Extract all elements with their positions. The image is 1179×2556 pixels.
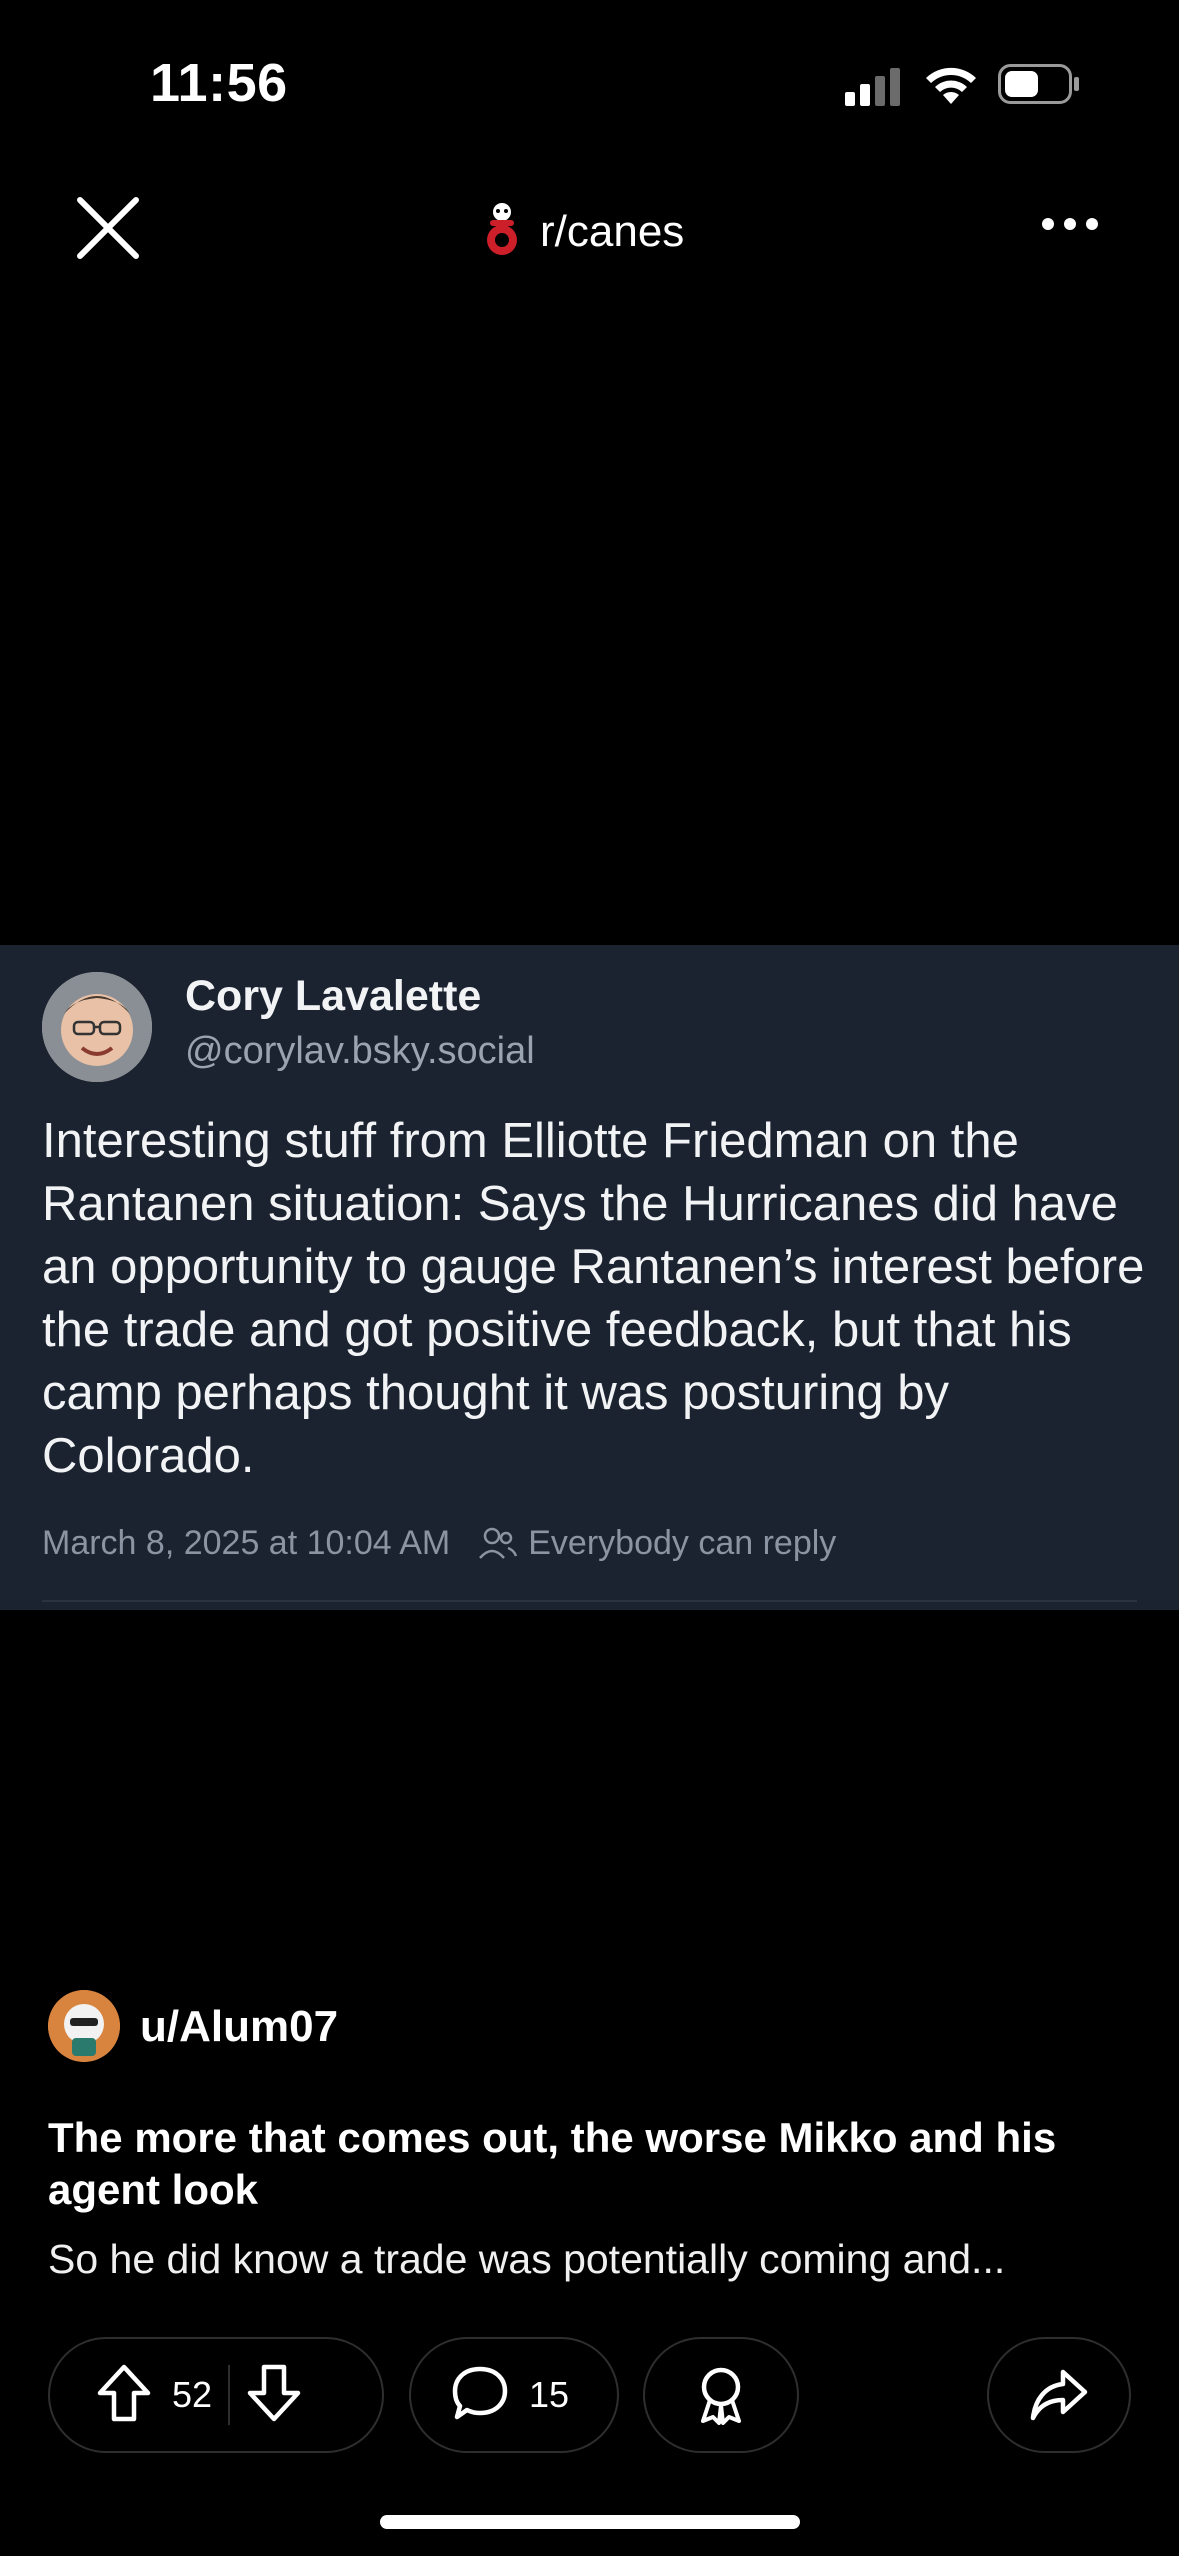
home-indicator[interactable] <box>380 2515 800 2529</box>
close-icon <box>77 197 139 259</box>
subreddit-link[interactable]: r/canes <box>480 200 684 263</box>
vote-bar: 52 <box>48 2337 384 2453</box>
embed-author-avatar <box>42 972 152 1082</box>
share-button[interactable] <box>987 2337 1131 2453</box>
cellular-signal-icon <box>845 66 905 111</box>
award-icon <box>701 2367 741 2425</box>
people-icon <box>479 1527 518 1559</box>
embed-reply-setting: Everybody can reply <box>478 1524 836 1563</box>
post-username[interactable]: u/Alum07 <box>140 2002 338 2052</box>
award-button[interactable] <box>643 2337 799 2453</box>
comment-count: 15 <box>529 2374 570 2415</box>
more-options-button[interactable] <box>1040 214 1100 239</box>
vote-divider <box>228 2365 231 2425</box>
comment-icon <box>451 2365 509 2426</box>
subreddit-icon <box>480 200 524 263</box>
post-body-preview[interactable]: So he did know a trade was potentially c… <box>48 2236 1138 2283</box>
subreddit-name: r/canes <box>540 206 685 256</box>
embed-author-name: Cory Lavalette <box>185 972 482 1020</box>
upvote-button[interactable] <box>96 2363 152 2428</box>
wifi-icon <box>922 62 980 111</box>
user-avatar[interactable] <box>48 1990 120 2062</box>
embed-timestamp: March 8, 2025 at 10:04 AM <box>42 1524 451 1562</box>
embed-reply-label: Everybody can reply <box>528 1524 837 1562</box>
embed-post-text: Interesting stuff from Elliotte Friedman… <box>42 1114 1145 1483</box>
status-time: 11:56 <box>150 53 288 113</box>
embed-divider <box>42 1600 1137 1602</box>
close-button[interactable] <box>72 192 144 264</box>
battery-icon <box>998 64 1080 109</box>
embed-meta: March 8, 2025 at 10:04 AM Everybody can … <box>42 1524 836 1563</box>
post-title[interactable]: The more that comes out, the worse Mikko… <box>48 2112 1138 2216</box>
share-icon <box>1030 2369 1088 2421</box>
more-icon <box>1042 218 1098 230</box>
comments-button[interactable]: 15 <box>409 2337 619 2453</box>
upvote-icon <box>97 2364 151 2421</box>
upvote-count: 52 <box>172 2374 213 2415</box>
downvote-button[interactable] <box>246 2363 302 2428</box>
embed-author-handle: @corylav.bsky.social <box>185 1030 535 1072</box>
downvote-icon <box>247 2364 301 2421</box>
